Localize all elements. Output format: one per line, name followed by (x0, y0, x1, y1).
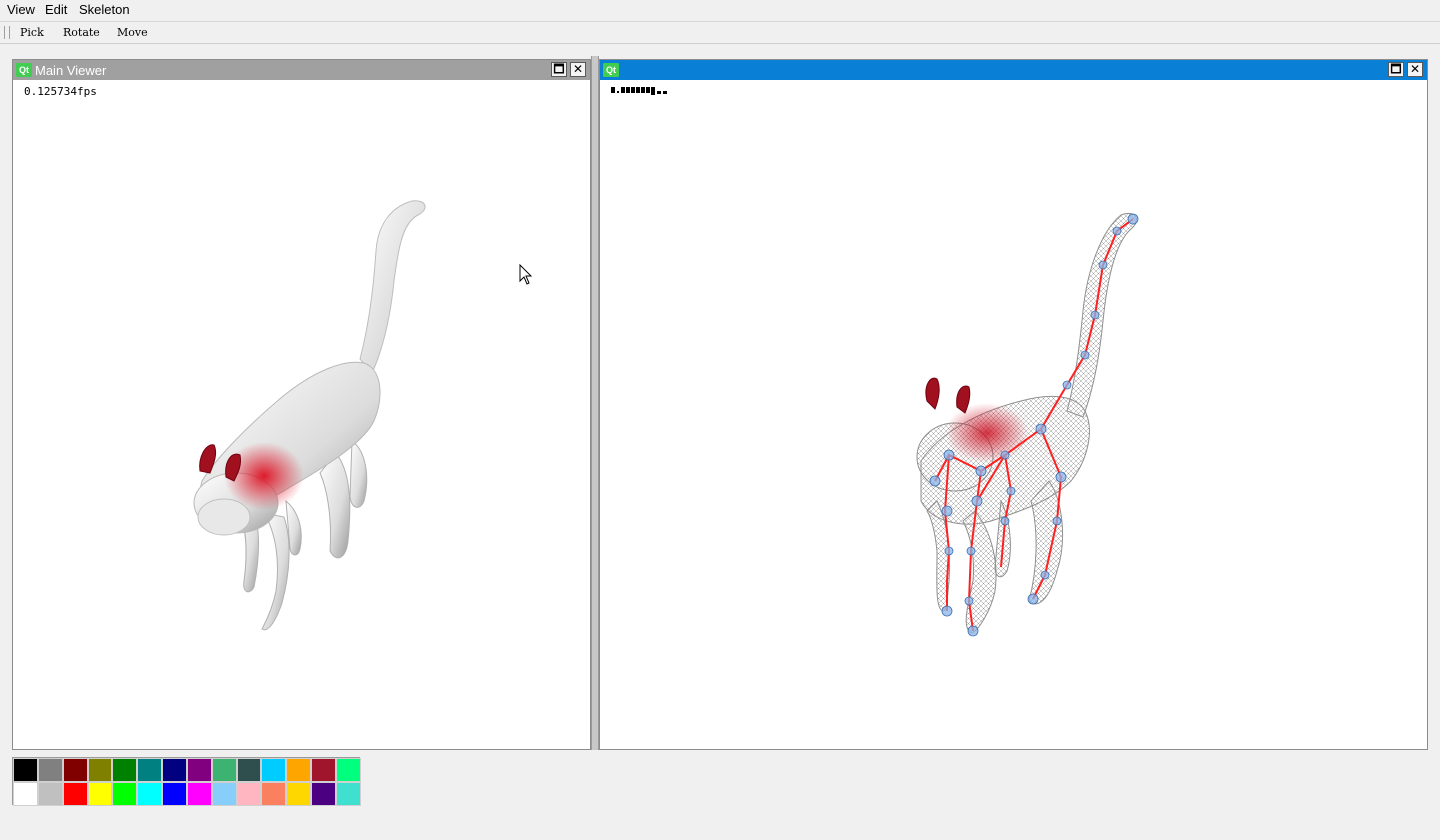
cat-mesh-render (193, 200, 426, 631)
maximize-icon[interactable]: 🗖 (551, 62, 567, 77)
color-swatch[interactable] (62, 782, 88, 806)
main-viewer-window: Qt Main Viewer 🗖 ✕ 0.125734fps (12, 59, 591, 750)
color-swatch[interactable] (37, 758, 63, 782)
color-swatch[interactable] (261, 758, 287, 782)
color-swatch[interactable] (13, 782, 38, 806)
qt-app-icon: Qt (603, 63, 619, 77)
color-swatch[interactable] (137, 782, 163, 806)
move-button[interactable]: Move (117, 26, 148, 39)
toolbar-grip-handle[interactable] (4, 26, 10, 39)
main-viewer-titlebar[interactable]: Qt Main Viewer 🗖 ✕ (13, 60, 590, 80)
skeleton-3d-viewport[interactable] (601, 81, 1426, 748)
color-swatch[interactable] (37, 782, 63, 806)
color-swatch[interactable] (87, 782, 113, 806)
color-swatch[interactable] (311, 782, 336, 806)
color-swatch[interactable] (236, 782, 262, 806)
color-swatch[interactable] (286, 782, 312, 806)
qt-app-icon: Qt (16, 63, 32, 77)
viewer-splitter-handle[interactable] (591, 56, 599, 750)
color-swatch[interactable] (112, 782, 138, 806)
color-swatch[interactable] (62, 758, 88, 782)
pick-button[interactable]: Pick (20, 26, 44, 39)
color-swatch[interactable] (311, 758, 336, 782)
maximize-icon[interactable]: 🗖 (1388, 62, 1404, 77)
mouse-cursor-icon (519, 264, 533, 285)
color-palette (12, 757, 361, 806)
color-swatch[interactable] (162, 758, 187, 782)
color-swatch[interactable] (211, 758, 237, 782)
color-swatch[interactable] (186, 758, 212, 782)
color-swatch[interactable] (87, 758, 113, 782)
main-viewer-title: Main Viewer (35, 63, 107, 78)
color-swatch[interactable] (261, 782, 287, 806)
toolbar: Pick Rotate Move (0, 22, 1440, 44)
menu-skeleton[interactable]: Skeleton (78, 2, 131, 17)
color-swatch[interactable] (335, 758, 361, 782)
color-swatch[interactable] (162, 782, 187, 806)
color-swatch[interactable] (186, 782, 212, 806)
color-swatch[interactable] (236, 758, 262, 782)
color-swatch[interactable] (286, 758, 312, 782)
menu-view[interactable]: View (6, 2, 36, 17)
close-icon[interactable]: ✕ (1407, 62, 1423, 77)
color-swatch[interactable] (13, 758, 38, 782)
skeleton-viewer-titlebar[interactable]: Qt 🗖 ✕ (600, 60, 1427, 80)
color-swatch[interactable] (137, 758, 163, 782)
close-icon[interactable]: ✕ (570, 62, 586, 77)
cat-wireframe-skeleton-render (916, 213, 1139, 637)
menu-edit[interactable]: Edit (44, 2, 68, 17)
main-3d-viewport[interactable]: 0.125734fps (14, 81, 589, 748)
color-swatch[interactable] (335, 782, 361, 806)
color-swatch[interactable] (211, 782, 237, 806)
menubar: View Edit Skeleton (0, 0, 1440, 22)
rotate-button[interactable]: Rotate (63, 26, 100, 39)
color-swatch[interactable] (112, 758, 138, 782)
skeleton-viewer-window: Qt 🗖 ✕ (599, 59, 1428, 750)
